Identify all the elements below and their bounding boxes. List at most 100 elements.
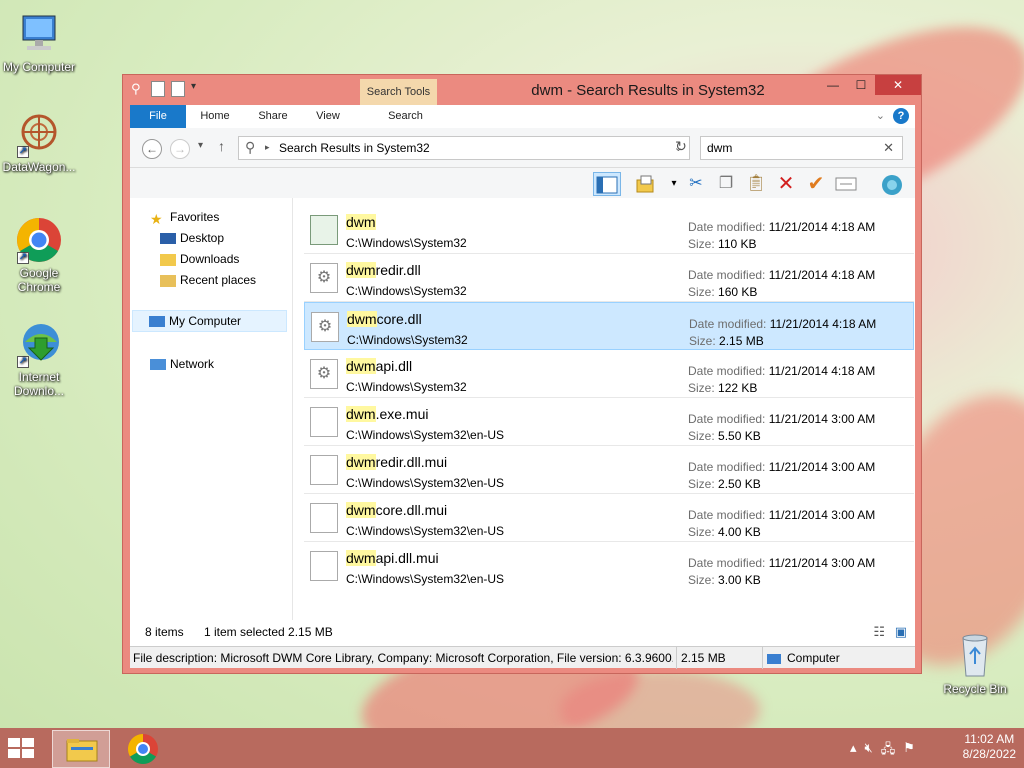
nav-label: Desktop (180, 231, 225, 245)
dll-gear-icon: ⚙ (310, 263, 338, 293)
new-folder-icon[interactable] (171, 81, 185, 97)
nav-network[interactable]: Network (150, 357, 214, 371)
start-button[interactable] (6, 736, 40, 762)
taskbar-chrome[interactable] (114, 730, 172, 768)
list-item[interactable]: dwmcore.dll.mui C:\Windows\System32\en-U… (304, 494, 914, 542)
blank-file-icon (310, 503, 338, 533)
help-icon[interactable]: ? (893, 108, 909, 124)
blank-file-icon (310, 455, 338, 485)
forward-button[interactable]: → (170, 139, 190, 159)
system-tray: ▴ 🔇︎ 🖧︎ ⚑ (850, 740, 915, 762)
desktop-icon-my-computer[interactable]: My Computer (0, 10, 78, 74)
file-name: dwm.exe.mui (346, 406, 429, 422)
rename-icon[interactable] (832, 172, 860, 196)
desktop-icon-chrome[interactable]: ↗ Google Chrome (0, 216, 78, 294)
nav-my-computer[interactable]: My Computer (132, 310, 287, 332)
up-button[interactable]: ↑ (218, 138, 225, 154)
file-name: dwmapi.dll (346, 358, 413, 374)
network-icon[interactable]: 🖧︎ (881, 740, 896, 762)
quick-access-toolbar: ⚲ ▾ (131, 81, 205, 97)
file-size: Size: 3.00 KB (688, 573, 761, 587)
computer-icon (149, 316, 165, 328)
file-explorer-icon (66, 739, 98, 762)
refresh-icon[interactable]: ↻ (670, 138, 692, 155)
copy-icon[interactable]: ❐ (712, 172, 740, 196)
action-center-icon[interactable]: ⚑ (903, 740, 915, 762)
list-item[interactable]: ⚙ dwmapi.dll C:\Windows\System32 Date mo… (304, 350, 914, 398)
star-icon: ★ (150, 210, 163, 227)
list-item-selected[interactable]: ⚙ dwmcore.dll C:\Windows\System32 Date m… (304, 302, 914, 350)
recent-locations-chevron-icon[interactable]: ▾ (198, 140, 203, 151)
open-folder-icon[interactable] (632, 172, 660, 196)
title-bar[interactable]: ⚲ ▾ Search Tools dwm - Search Results in… (123, 75, 921, 105)
file-name: dwmapi.dll.mui (346, 550, 439, 566)
date-modified: Date modified: 11/21/2014 4:18 AM (688, 364, 876, 378)
dll-gear-icon: ⚙ (310, 359, 338, 389)
nav-downloads[interactable]: Downloads (160, 252, 239, 266)
file-size: Size: 2.15 MB (689, 334, 764, 348)
tab-home[interactable]: Home (192, 105, 238, 128)
search-input[interactable] (707, 141, 877, 155)
taskbar-file-explorer[interactable] (52, 730, 110, 768)
large-icons-view-icon[interactable]: ▣ (895, 624, 907, 640)
details-bar: File description: Microsoft DWM Core Lib… (130, 646, 915, 669)
list-item[interactable]: dwmapi.dll.mui C:\Windows\System32\en-US… (304, 542, 914, 590)
file-name: dwm (346, 214, 376, 230)
tab-search[interactable]: Search (367, 105, 444, 128)
checkmark-icon[interactable]: ✔ (802, 172, 830, 196)
desktop-icon-internet-download-manager[interactable]: ↗ Internet Downlo... (0, 320, 78, 398)
status-bar: 8 items 1 item selected 2.15 MB ☷ ▣ (130, 620, 915, 646)
tab-view[interactable]: View (308, 105, 348, 128)
preview-pane-icon[interactable] (593, 172, 621, 196)
explorer-window[interactable]: ⚲ ▾ Search Tools dwm - Search Results in… (122, 74, 922, 674)
tab-file[interactable]: File (130, 105, 186, 128)
volume-muted-icon[interactable]: 🔇︎ (865, 740, 873, 762)
close-button[interactable]: ✕ (875, 75, 921, 95)
breadcrumb-chevron-icon[interactable]: ▸ (265, 142, 270, 153)
minimize-button[interactable]: — (819, 75, 847, 95)
list-item[interactable]: dwmredir.dll.mui C:\Windows\System32\en-… (304, 446, 914, 494)
shortcut-arrow-icon: ↗ (17, 356, 29, 368)
list-item[interactable]: dwm C:\Windows\System32 Date modified: 1… (304, 206, 914, 254)
nav-label: Network (170, 357, 215, 371)
nav-favorites[interactable]: ★ Favorites (150, 210, 219, 227)
nav-recent-places[interactable]: Recent places (160, 273, 256, 287)
downloads-folder-icon (160, 253, 176, 266)
search-box[interactable]: ✕ (700, 136, 903, 160)
desktop-icon-recycle-bin[interactable]: Recycle Bin (936, 632, 1014, 696)
paste-icon[interactable]: 📋︎ (742, 172, 770, 196)
address-bar[interactable]: ⚲ ▸ Search Results in System32 ⌄ (238, 136, 690, 160)
properties-icon[interactable] (151, 81, 165, 97)
clear-search-icon[interactable]: ✕ (883, 140, 894, 156)
ribbon-expand-chevron-icon[interactable]: ⌄ (876, 109, 885, 122)
desktop-icon-datawagon[interactable]: ↗ DataWagon... (0, 110, 78, 174)
clock[interactable]: 11:02 AM 8/28/2022 (963, 732, 1016, 762)
date-modified: Date modified: 11/21/2014 3:00 AM (688, 508, 876, 522)
customize-qat-chevron-icon[interactable]: ▾ (191, 81, 205, 97)
delete-icon[interactable]: ✕ (772, 172, 800, 196)
file-size: Size: 5.50 KB (688, 429, 761, 443)
file-path: C:\Windows\System32\en-US (346, 476, 505, 490)
chrome-icon (127, 734, 158, 765)
file-name: dwmredir.dll (346, 262, 421, 278)
maximize-button[interactable]: ☐ (847, 75, 875, 95)
blank-file-icon (310, 551, 338, 581)
list-item[interactable]: dwm.exe.mui C:\Windows\System32\en-US Da… (304, 398, 914, 446)
nav-label: Downloads (180, 252, 240, 266)
cut-icon[interactable]: ✂ (682, 172, 710, 196)
shell-icon[interactable] (878, 172, 906, 196)
details-view-icon[interactable]: ☷ (873, 624, 885, 640)
date-modified: Date modified: 11/21/2014 4:18 AM (689, 317, 877, 331)
file-size: Size: 2.50 KB (688, 477, 761, 491)
details-size: 2.15 MB (676, 647, 726, 669)
back-button[interactable]: ← (142, 139, 162, 159)
window-title: dwm - Search Results in System32 (531, 82, 765, 99)
date-modified: Date modified: 11/21/2014 3:00 AM (688, 412, 876, 426)
show-hidden-icons-chevron-icon[interactable]: ▴ (850, 740, 857, 762)
list-item[interactable]: ⚙ dwmredir.dll C:\Windows\System32 Date … (304, 254, 914, 302)
nav-desktop[interactable]: Desktop (160, 231, 224, 245)
tab-share[interactable]: Share (250, 105, 296, 128)
desktop-icon-label: Recycle Bin (943, 682, 1007, 696)
computer-icon (767, 653, 781, 664)
computer-icon (15, 10, 63, 58)
